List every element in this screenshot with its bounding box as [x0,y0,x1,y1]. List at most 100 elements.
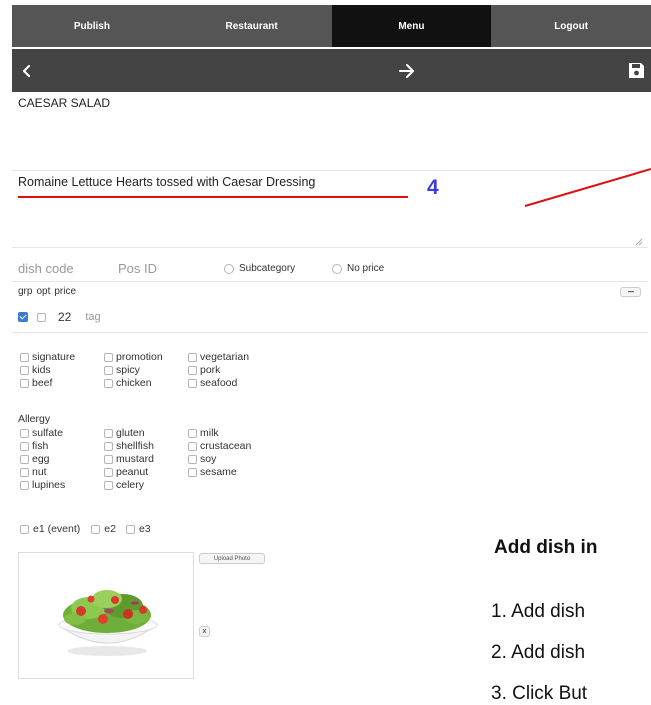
subcategory-radio[interactable] [224,263,234,274]
tab-menu[interactable]: Menu [331,5,492,47]
tab-publish[interactable]: Publish [12,5,172,47]
dish-code-input[interactable]: dish code [18,261,74,276]
allergy-checkbox[interactable] [104,428,113,438]
allergy-option[interactable]: sesame [188,466,288,478]
tag-option[interactable]: kids [20,364,104,376]
no-price-option[interactable]: No price [332,263,384,274]
tag-checkbox[interactable] [188,352,197,362]
save-button[interactable] [621,49,651,92]
allergy-label: sulfate [32,427,63,439]
tag-option[interactable]: promotion [104,351,188,363]
tag-checkbox[interactable] [104,352,113,362]
tag-label: promotion [116,351,163,363]
allergy-option[interactable]: shellfish [104,440,188,452]
allergy-option[interactable]: fish [20,440,104,452]
allergy-checkbox[interactable] [104,480,113,490]
allergy-option[interactable]: soy [188,453,288,465]
allergy-option[interactable]: celery [104,479,188,491]
tag-option[interactable]: seafood [188,377,288,389]
toolbar [12,49,651,92]
allergy-checkbox[interactable] [20,467,29,477]
allergy-option[interactable]: lupines [20,479,104,491]
instruction-step: 1. Add dish [491,601,586,622]
forward-button[interactable] [395,49,419,92]
tag-checkbox[interactable] [104,365,113,375]
tag-checkbox[interactable] [20,378,29,388]
tag-checkbox[interactable] [104,378,113,388]
allergy-option[interactable]: egg [20,453,104,465]
instruction-heading: Add dish in [494,537,598,558]
tag-input[interactable]: tag [85,311,100,323]
pos-id-input[interactable]: Pos ID [118,261,157,276]
allergy-label: lupines [32,479,66,491]
allergy-checkbox[interactable] [20,441,29,451]
add-price-button[interactable] [620,287,641,297]
tag-checkbox[interactable] [188,378,197,388]
top-nav: Publish Restaurant Menu Logout [12,5,651,47]
tag-checkbox[interactable] [188,365,197,375]
allergy-label: mustard [116,453,154,465]
allergy-checkbox[interactable] [104,441,113,451]
subcategory-label: Subcategory [239,263,296,274]
allergy-option[interactable]: peanut [104,466,188,478]
tag-checkbox[interactable] [20,352,29,362]
tag-option[interactable]: signature [20,351,104,363]
event-checkbox[interactable] [20,524,29,534]
instruction-step: 2. Add dish [491,642,586,663]
header-grp: grp [18,286,33,297]
allergy-checkbox[interactable] [188,454,197,464]
back-button[interactable] [17,49,37,92]
remove-photo-button[interactable]: x [199,626,210,637]
allergy-option[interactable]: crustacean [188,440,288,452]
event-checkbox[interactable] [125,524,135,534]
allergy-option[interactable]: mustard [104,453,188,465]
tag-option[interactable]: pork [188,364,288,376]
tag-label: spicy [116,364,140,376]
tab-logout[interactable]: Logout [491,5,651,47]
tag-checkbox[interactable] [20,365,29,375]
allergy-option[interactable]: sulfate [20,427,104,439]
allergy-checkbox-grid: sulfate gluten milk fish shellfish crust… [20,427,288,491]
tag-option[interactable]: spicy [104,364,188,376]
tag-label: beef [32,377,53,389]
allergy-checkbox[interactable] [188,467,197,477]
allergy-label: peanut [116,466,149,478]
allergy-option[interactable]: nut [20,466,104,478]
event-label: e3 [138,523,151,535]
allergy-checkbox[interactable] [104,454,113,464]
event-row: e1 (event) e2 e3 [20,523,151,535]
dish-name-field[interactable]: CAESAR SALAD [18,96,110,110]
allergy-checkbox[interactable] [188,428,197,438]
event-label: e2 [104,523,116,535]
allergy-label: celery [116,479,145,491]
price-input[interactable]: 22 [58,310,71,324]
allergy-label: egg [32,453,50,465]
allergy-title: Allergy [18,413,51,425]
no-price-radio[interactable] [332,263,342,274]
allergy-label: nut [32,466,47,478]
upload-photo-button[interactable]: Upload Photo [199,553,265,564]
tag-label: signature [32,351,76,363]
opt-checkbox[interactable] [37,312,46,322]
tag-option[interactable]: chicken [104,377,188,389]
event-checkbox[interactable] [91,524,101,534]
instruction-step: 3. Click But [491,683,588,704]
resize-handle-icon[interactable] [635,238,643,246]
allergy-checkbox[interactable] [20,454,29,464]
tag-option[interactable]: beef [20,377,104,389]
allergy-checkbox[interactable] [104,467,113,477]
allergy-option[interactable]: milk [188,427,288,439]
grp-checkbox[interactable] [18,312,28,322]
tag-option[interactable]: vegetarian [188,351,288,363]
allergy-checkbox[interactable] [188,441,197,451]
tag-label: pork [200,364,221,376]
annotation-underline [18,196,408,198]
tag-checkbox-grid: signature promotion vegetarian kids spic… [20,351,288,389]
allergy-option[interactable]: gluten [104,427,188,439]
tab-restaurant[interactable]: Restaurant [172,5,332,47]
allergy-label: gluten [116,427,145,439]
allergy-label: crustacean [200,440,252,452]
allergy-checkbox[interactable] [20,480,29,490]
subcategory-option[interactable]: Subcategory [224,263,295,274]
allergy-checkbox[interactable] [20,428,29,438]
